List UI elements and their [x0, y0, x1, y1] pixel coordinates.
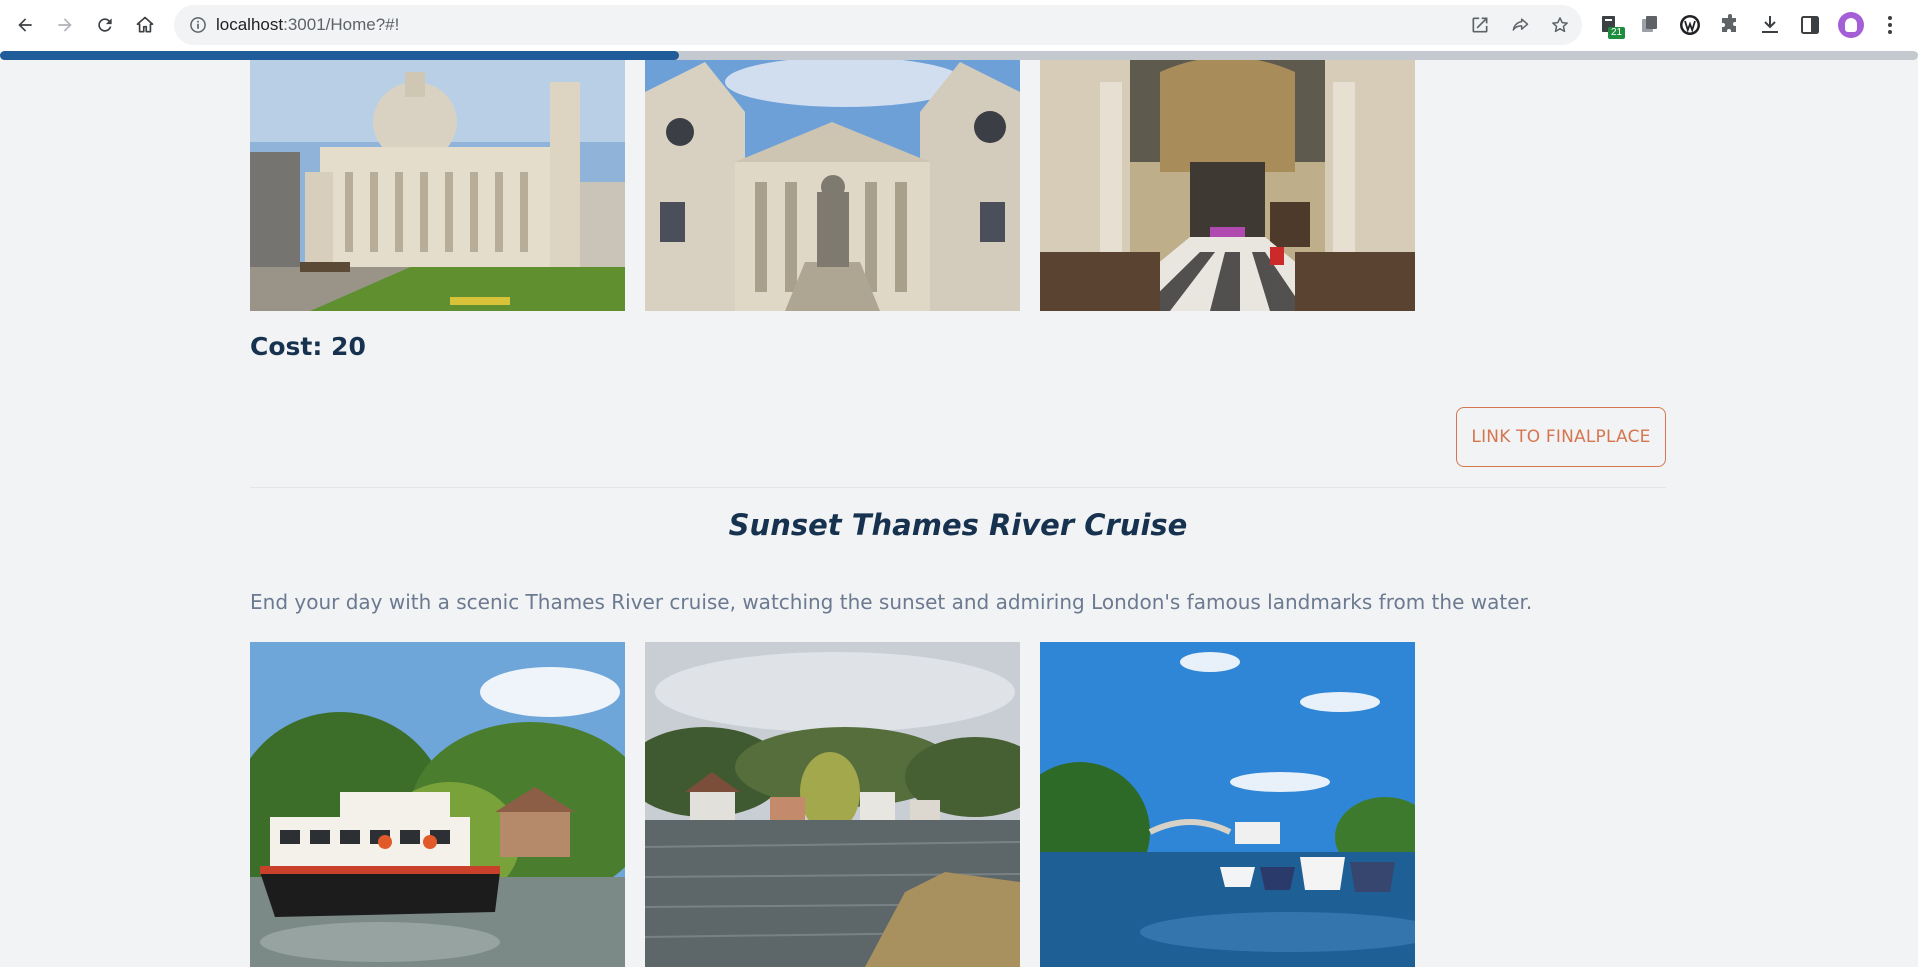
section-divider	[250, 487, 1666, 488]
gallery-image-stpauls-interior	[1040, 52, 1415, 311]
gallery-image-riverside-houses	[645, 642, 1020, 967]
gallery-image-stpauls-facade	[645, 52, 1020, 311]
section-title: Sunset Thames River Cruise	[728, 508, 1188, 542]
reading-progress-fill	[0, 51, 679, 60]
gallery-image-moored-boats	[1040, 642, 1415, 967]
section-description: End your day with a scenic Thames River …	[250, 590, 1533, 614]
page-content: Cost: 20 LINK TO FINALPLACE Sunset Thame…	[0, 0, 1918, 967]
gallery-image-stpauls-exterior	[250, 52, 625, 311]
gallery-image-cruise-boat	[250, 642, 625, 967]
cost-label: Cost: 20	[250, 332, 366, 361]
reading-progress-bar	[0, 51, 1918, 60]
link-to-finalplace-button[interactable]: LINK TO FINALPLACE	[1456, 407, 1666, 467]
